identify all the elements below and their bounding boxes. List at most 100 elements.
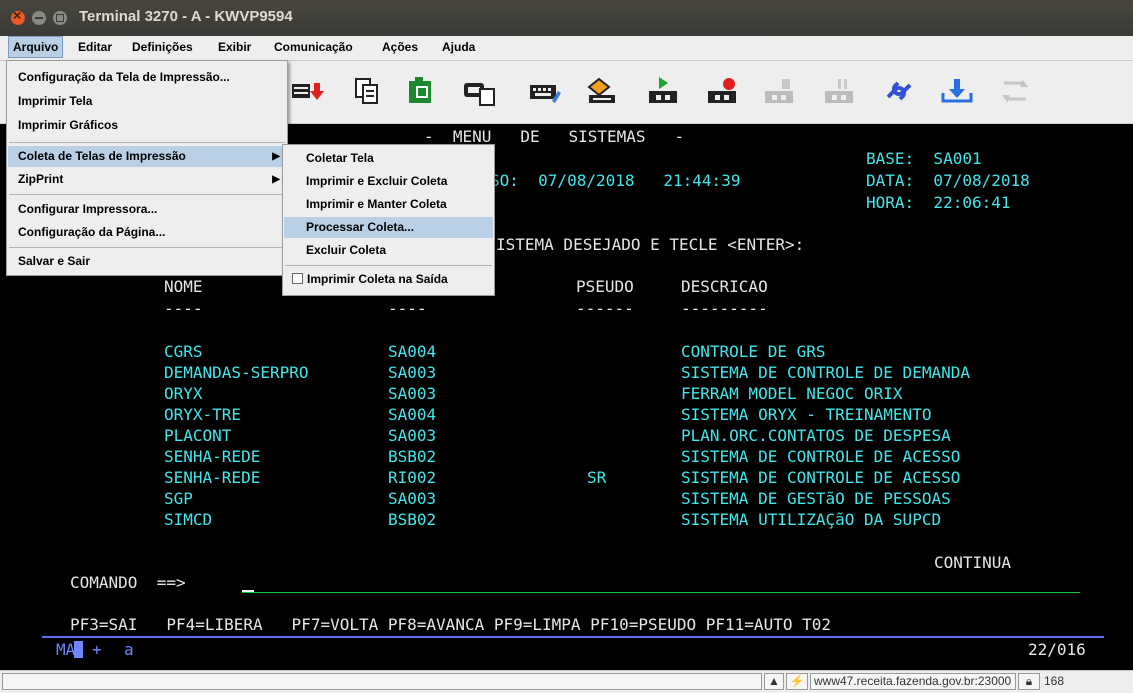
data-field: DATA: 07/08/2018 (866, 171, 1030, 190)
underline-pseudo: ------ (576, 299, 634, 318)
submenu-arrow-icon: ▶ (272, 151, 280, 162)
row-descricao: PLAN.ORC.CONTATOS DE DESPESA (681, 426, 951, 445)
menu-acoes[interactable]: Ações (378, 36, 422, 58)
host-address: www47.receita.fazenda.gov.br:23000 (810, 673, 1016, 690)
phone-green-icon[interactable] (646, 75, 680, 107)
phone-disabled-icon[interactable] (762, 75, 796, 107)
window-titlebar[interactable]: Terminal 3270 - A - KWVP9594 (0, 0, 1133, 36)
row-nome: ORYX-TRE (164, 405, 242, 424)
menu-item-label: Imprimir Coleta na Saída (307, 272, 448, 286)
row-nome: PLACONT (164, 426, 232, 445)
menu-item-coleta-telas[interactable]: Coleta de Telas de Impressão ▶ (8, 146, 286, 167)
link-icon[interactable] (882, 75, 916, 107)
row-nome: ORYX (164, 384, 203, 403)
row-sigla: SA004 (388, 342, 437, 361)
green-page-icon[interactable] (405, 75, 439, 107)
status-bar: ▲ ⚡ www47.receita.fazenda.gov.br:23000 🔒… (0, 670, 1133, 693)
phone-disabled-2-icon[interactable] (822, 75, 856, 107)
coleta-submenu: Coletar Tela Imprimir e Excluir Coleta I… (282, 144, 495, 296)
copy-icon[interactable] (350, 75, 384, 107)
phone-red-icon[interactable] (705, 75, 739, 107)
row-sigla: SA003 (388, 426, 437, 445)
row-sigla: BSB02 (388, 510, 437, 529)
row-nome: SGP (164, 489, 193, 508)
menu-item-coletar-tela[interactable]: Coletar Tela (284, 148, 493, 169)
connection-icon: ⚡ (786, 673, 808, 690)
menu-item-config-tela-impressao[interactable]: Configuração da Tela de Impressão... (8, 67, 286, 88)
underline-descricao: --------- (681, 299, 768, 318)
menu-editar[interactable]: Editar (74, 36, 116, 58)
row-pseudo: SR (587, 468, 607, 487)
instruction-text: ISTEMA DESEJADO E TECLE <ENTER>: (496, 235, 805, 254)
row-descricao: SISTEMA DE CONTROLE DE DEMANDA (681, 363, 970, 382)
base-field: BASE: SA001 (866, 149, 982, 168)
row-descricao: SISTEMA DE CONTROLE DE ACESSO (681, 468, 961, 487)
refresh-disabled-icon[interactable] (998, 75, 1032, 107)
paint-icon[interactable] (585, 75, 619, 107)
row-descricao: CONTROLE DE GRS (681, 342, 826, 361)
download-blue-icon[interactable] (940, 75, 974, 107)
row-sigla: SA004 (388, 405, 437, 424)
col-nome: NOME (164, 277, 203, 296)
menu-item-imprimir-excluir-coleta[interactable]: Imprimir e Excluir Coleta (284, 171, 493, 192)
menu-comunicacao[interactable]: Comunicação (270, 36, 357, 58)
oia-a: a (124, 640, 134, 659)
comando-label: COMANDO ==> (70, 573, 186, 592)
menu-item-imprimir-graficos[interactable]: Imprimir Gráficos (8, 115, 286, 136)
col-descricao: DESCRICAO (681, 277, 768, 296)
menu-arquivo[interactable]: Arquivo (8, 36, 64, 58)
hora-field: HORA: 22:06:41 (866, 193, 1011, 212)
menu-separator (9, 194, 285, 195)
pf-keys-line: PF3=SAI PF4=LIBERA PF7=VOLTA PF8=AVANCA … (70, 615, 831, 634)
menu-separator (9, 247, 285, 248)
row-nome: CGRS (164, 342, 203, 361)
menu-item-excluir-coleta[interactable]: Excluir Coleta (284, 240, 493, 261)
access-datetime: SO: 07/08/2018 21:44:39 (490, 171, 741, 190)
submenu-arrow-icon: ▶ (272, 174, 280, 185)
minimize-window-button[interactable] (32, 11, 46, 25)
cursor-position: 22/016 (1028, 640, 1086, 659)
arquivo-menu: Configuração da Tela de Impressão... Imp… (6, 60, 288, 276)
oia-status: MA (56, 640, 76, 659)
download-red-arrow-icon[interactable] (290, 75, 324, 107)
row-nome: SENHA-REDE (164, 447, 261, 466)
menu-bar: Arquivo Editar Definições Exibir Comunic… (0, 36, 1133, 61)
comando-input[interactable] (242, 592, 1080, 593)
row-descricao: SISTEMA DE GESTãO DE PESSOAS (681, 489, 951, 508)
menu-item-configurar-impressora[interactable]: Configurar Impressora... (8, 199, 286, 220)
row-nome: SIMCD (164, 510, 213, 529)
menu-separator (285, 265, 492, 266)
row-descricao: SISTEMA ORYX - TREINAMENTO (681, 405, 932, 424)
row-descricao: SISTEMA DE CONTROLE DE ACESSO (681, 447, 961, 466)
menu-item-imprimir-tela[interactable]: Imprimir Tela (8, 91, 286, 112)
underline-sigla: ---- (388, 299, 427, 318)
menu-item-imprimir-coleta-saida[interactable]: Imprimir Coleta na Saída (284, 269, 493, 290)
scroll-up-icon[interactable]: ▲ (764, 673, 784, 690)
menu-item-label: Coleta de Telas de Impressão (18, 149, 186, 163)
menu-item-imprimir-manter-coleta[interactable]: Imprimir e Manter Coleta (284, 194, 493, 215)
checkbox-icon[interactable] (292, 273, 303, 284)
status-number: 168 (1044, 674, 1065, 688)
status-message-area (2, 673, 762, 690)
close-window-button[interactable] (11, 7, 25, 25)
menu-item-configuracao-pagina[interactable]: Configuração da Página... (8, 222, 286, 243)
menu-item-processar-coleta[interactable]: Processar Coleta... (284, 217, 493, 238)
keyboard-icon[interactable] (528, 75, 562, 107)
row-sigla: SA003 (388, 363, 437, 382)
screen-copy-icon[interactable] (462, 75, 496, 107)
oia-plus: + (92, 640, 102, 659)
menu-ajuda[interactable]: Ajuda (438, 36, 479, 58)
menu-item-zipprint[interactable]: ZipPrint ▶ (8, 169, 286, 190)
menu-separator (9, 142, 285, 143)
menu-definicoes[interactable]: Definições (128, 36, 197, 58)
row-nome: SENHA-REDE (164, 468, 261, 487)
menu-item-salvar-sair[interactable]: Salvar e Sair (8, 251, 286, 272)
row-sigla: BSB02 (388, 447, 437, 466)
window-title: Terminal 3270 - A - KWVP9594 (79, 8, 293, 25)
menu-exibir[interactable]: Exibir (214, 36, 255, 58)
maximize-window-button[interactable] (53, 11, 67, 25)
continua-indicator: CONTINUA (934, 553, 1012, 572)
oia-separator (42, 636, 1104, 638)
row-sigla: SA003 (388, 384, 437, 403)
lock-icon: 🔒︎ (1018, 673, 1040, 690)
